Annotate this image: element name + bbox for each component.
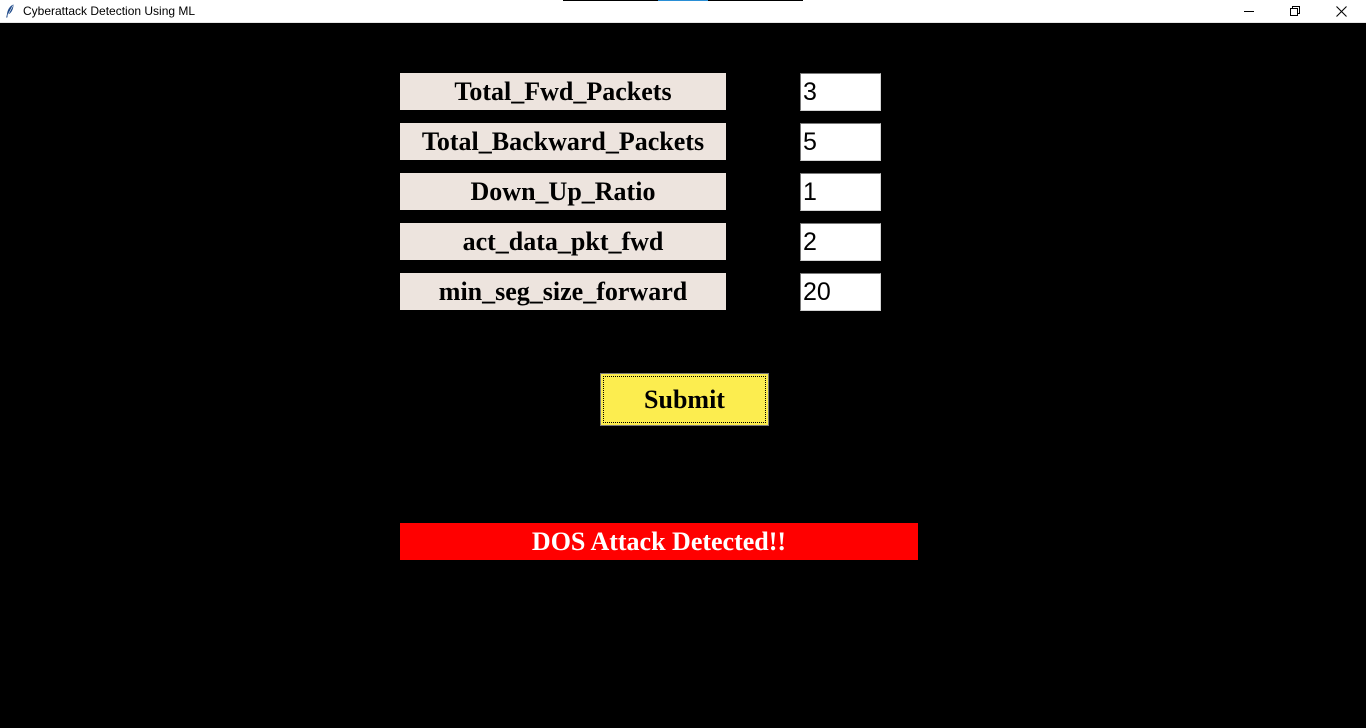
input-total-fwd-packets[interactable] xyxy=(800,73,881,111)
close-button[interactable] xyxy=(1318,0,1364,22)
label-min-seg-size-forward: min_seg_size_forward xyxy=(400,273,726,310)
minimize-button[interactable] xyxy=(1226,0,1272,22)
label-down-up-ratio: Down_Up_Ratio xyxy=(400,173,726,210)
window-title: Cyberattack Detection Using ML xyxy=(23,4,196,18)
restore-icon xyxy=(1290,6,1300,16)
input-act-data-pkt-fwd[interactable] xyxy=(800,223,881,261)
close-icon xyxy=(1335,5,1347,17)
input-total-backward-packets[interactable] xyxy=(800,123,881,161)
label-total-backward-packets: Total_Backward_Packets xyxy=(400,123,726,160)
feather-icon xyxy=(5,4,15,18)
restore-button[interactable] xyxy=(1272,0,1318,22)
minimize-icon xyxy=(1244,6,1254,16)
label-total-fwd-packets: Total_Fwd_Packets xyxy=(400,73,726,110)
input-min-seg-size-forward[interactable] xyxy=(800,273,881,311)
title-bar: Cyberattack Detection Using ML xyxy=(0,0,1366,23)
result-banner: DOS Attack Detected!! xyxy=(400,523,918,560)
titlebar-accent xyxy=(563,0,803,1)
label-act-data-pkt-fwd: act_data_pkt_fwd xyxy=(400,223,726,260)
input-down-up-ratio[interactable] xyxy=(800,173,881,211)
submit-button[interactable]: Submit xyxy=(600,373,769,426)
